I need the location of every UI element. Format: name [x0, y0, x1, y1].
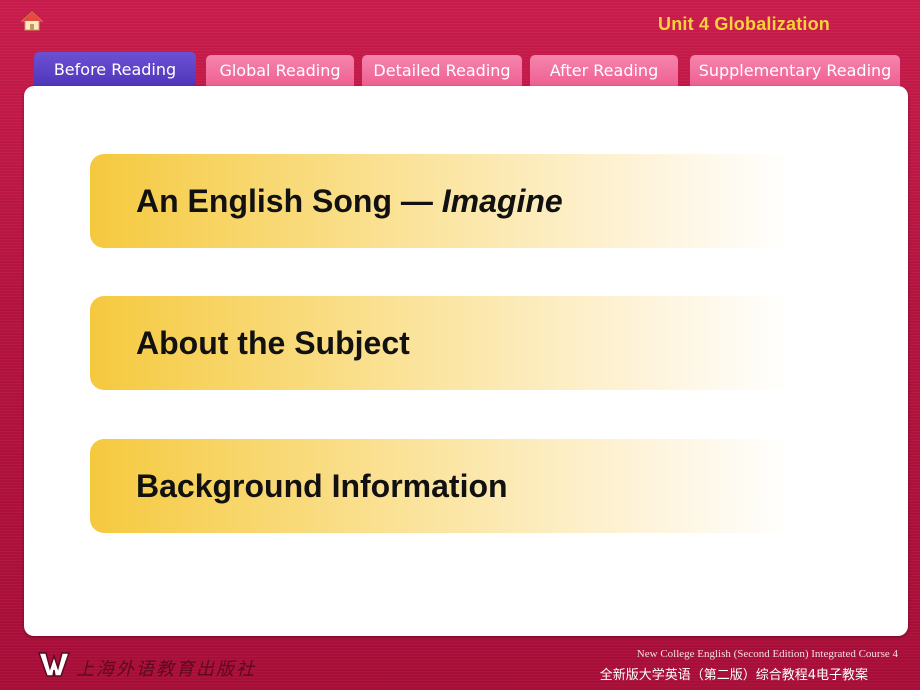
- content-panel: An English Song — Imagine About the Subj…: [24, 86, 908, 636]
- tab-global-reading[interactable]: Global Reading: [206, 55, 354, 87]
- menu-item-english-song[interactable]: An English Song — Imagine: [90, 154, 790, 248]
- menu-item-english-song-label: An English Song — Imagine: [136, 154, 563, 248]
- tab-before-reading[interactable]: Before Reading: [34, 52, 196, 88]
- menu-item-about-subject-label: About the Subject: [136, 325, 410, 361]
- home-icon[interactable]: [20, 10, 44, 32]
- unit-title: Unit 4 Globalization: [658, 14, 831, 34]
- menu-item-about-subject[interactable]: About the Subject: [90, 296, 790, 390]
- menu-item-english-song-title: Imagine: [441, 183, 563, 219]
- course-title-en: New College English (Second Edition) Int…: [636, 648, 898, 660]
- course-title-cn: 全新版大学英语（第二版）综合教程4电子教案: [599, 668, 868, 683]
- tab-detailed-reading[interactable]: Detailed Reading: [362, 55, 522, 87]
- menu-item-background-info-label: Background Information: [136, 468, 508, 504]
- menu-item-background-info[interactable]: Background Information: [90, 439, 790, 533]
- publisher-logo: [37, 650, 72, 678]
- tab-supplementary-reading[interactable]: Supplementary Reading: [690, 55, 900, 87]
- menu-item-english-song-prefix: An English Song —: [136, 183, 442, 219]
- tab-after-reading[interactable]: After Reading: [530, 55, 678, 87]
- publisher-name: 上海外语教育出版社: [76, 659, 256, 680]
